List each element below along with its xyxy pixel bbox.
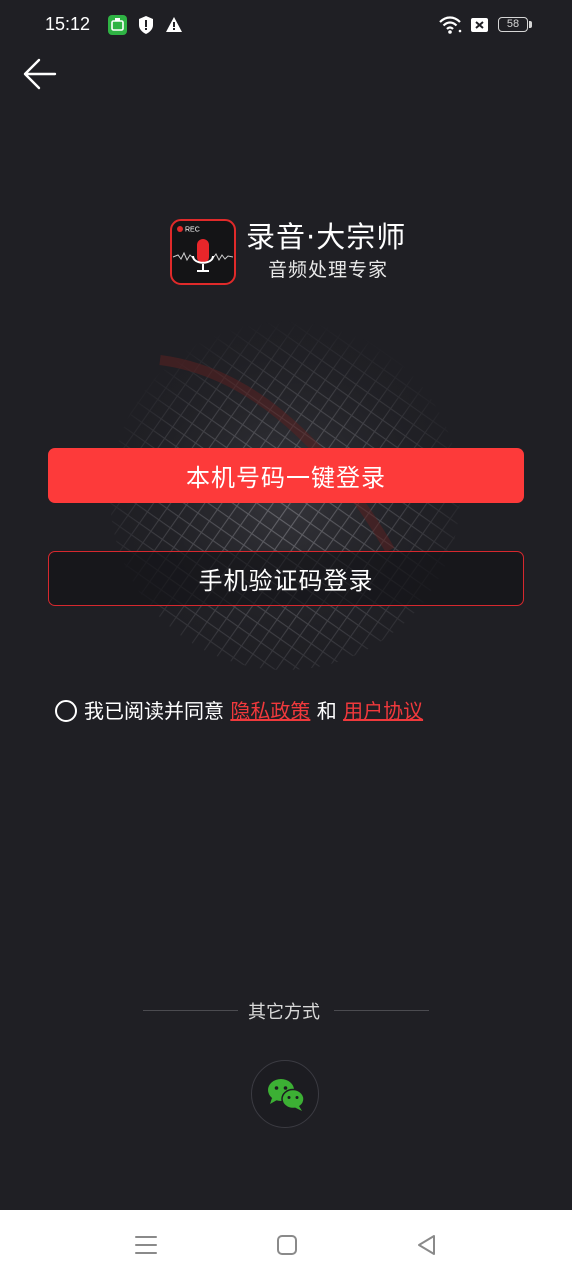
home-icon[interactable] xyxy=(274,1232,300,1258)
agreement-row: 我已阅读并同意 隐私政策 和 用户协议 xyxy=(55,697,423,727)
shield-icon xyxy=(139,16,153,34)
app-logo-icon: REC xyxy=(170,219,236,285)
rec-label: REC xyxy=(185,227,200,234)
app-title: 录音·大宗师 xyxy=(246,220,407,254)
wifi-icon xyxy=(439,16,462,34)
agreement-and: 和 xyxy=(316,699,337,723)
system-nav-bar xyxy=(0,1210,572,1280)
agreement-prefix: 我已阅读并同意 xyxy=(84,699,224,723)
one-click-login-button[interactable]: 本机号码一键登录 xyxy=(48,448,524,503)
wechat-icon xyxy=(268,1079,305,1111)
user-agreement-link[interactable]: 用户协议 xyxy=(343,699,423,723)
wechat-login-button[interactable] xyxy=(251,1060,319,1128)
back-triangle-icon[interactable] xyxy=(414,1232,440,1258)
privacy-policy-link[interactable]: 隐私政策 xyxy=(230,699,310,723)
status-bar: 15:12 58 xyxy=(0,0,572,52)
agree-radio[interactable] xyxy=(55,700,77,722)
battery-nub xyxy=(529,21,532,28)
app-badge-icon xyxy=(108,15,127,35)
menu-icon[interactable] xyxy=(133,1232,159,1258)
status-time: 15:12 xyxy=(45,14,91,34)
sms-login-button[interactable]: 手机验证码登录 xyxy=(48,551,524,606)
app-subtitle: 音频处理专家 xyxy=(268,259,389,281)
warning-icon xyxy=(166,17,182,32)
divider-left xyxy=(143,1010,238,1011)
other-methods-label: 其它方式 xyxy=(248,1002,320,1023)
back-button[interactable] xyxy=(18,52,64,98)
login-screen: 15:12 58 REC 录音·大宗师 音频处理专家 本机号码一键登录 手机验证… xyxy=(0,0,572,1280)
battery-icon: 58 xyxy=(498,17,528,32)
arrow-left-icon xyxy=(23,58,57,90)
divider-right xyxy=(334,1010,429,1011)
sim-icon xyxy=(471,18,488,32)
